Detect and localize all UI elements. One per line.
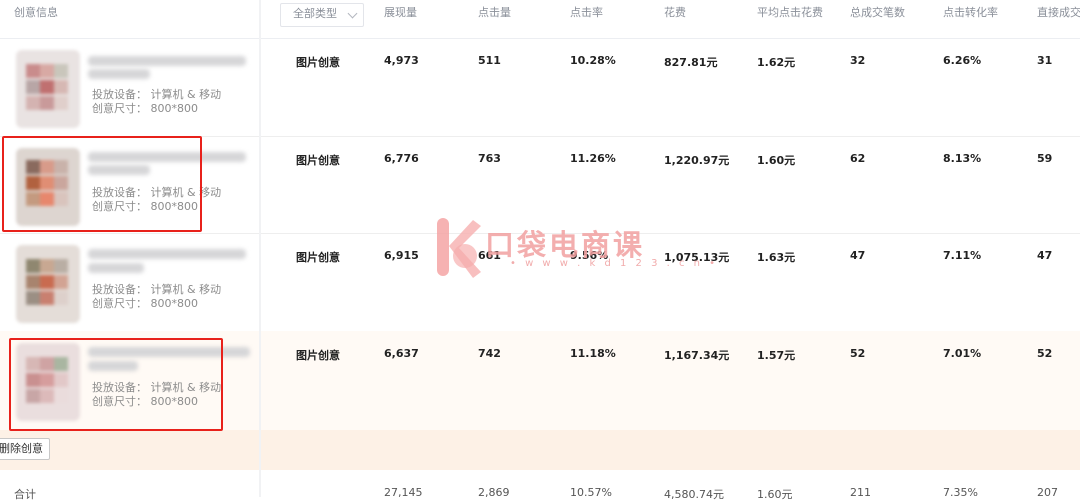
size-info: 创意尺寸： 800*800 xyxy=(92,297,198,310)
watermark-url: • w w w . k d 1 2 3 . c n • xyxy=(510,258,719,269)
direct-value: 59 xyxy=(1037,152,1053,165)
col-total-orders[interactable]: 总成交笔数 xyxy=(850,0,905,38)
total-row xyxy=(0,470,1080,497)
device-info: 投放设备： 计算机 & 移动 xyxy=(92,88,222,101)
cpc-value: 1.57元 xyxy=(757,349,796,362)
direct-value: 47 xyxy=(1037,249,1053,262)
creative-name-redacted xyxy=(88,69,150,79)
creative-name-redacted xyxy=(88,249,246,259)
creative-type: 图片创意 xyxy=(296,56,340,69)
cvr-value: 6.26% xyxy=(943,54,982,67)
impressions-value: 6,915 xyxy=(384,249,419,262)
chevron-down-icon xyxy=(347,8,358,19)
table-row: 投放设备： 计算机 & 移动 创意尺寸： 800*800 图片创意 4,973 … xyxy=(0,38,1080,137)
cpc-value: 1.63元 xyxy=(757,251,796,264)
impressions-value: 4,973 xyxy=(384,54,419,67)
total-clicks: 2,869 xyxy=(478,486,510,499)
batch-action-bar xyxy=(0,430,1080,470)
ctr-value: 11.18% xyxy=(570,347,616,360)
total-direct: 207 xyxy=(1037,486,1058,499)
total-impressions: 27,145 xyxy=(384,486,423,499)
cost-value: 1,167.34元 xyxy=(664,349,730,362)
col-cost[interactable]: 花费 xyxy=(664,0,686,38)
orders-value: 47 xyxy=(850,249,866,262)
clicks-value: 742 xyxy=(478,347,501,360)
clicks-value: 511 xyxy=(478,54,501,67)
cost-value: 1,220.97元 xyxy=(664,154,730,167)
col-avg-cpc[interactable]: 平均点击花费 xyxy=(757,0,823,38)
cpc-value: 1.60元 xyxy=(757,154,796,167)
total-cost: 4,580.74元 xyxy=(664,488,724,501)
direct-value: 52 xyxy=(1037,347,1053,360)
total-ctr: 10.57% xyxy=(570,486,612,499)
col-clicks[interactable]: 点击量 xyxy=(478,0,511,38)
col-direct-orders[interactable]: 直接成交 xyxy=(1037,0,1080,38)
creative-name-redacted xyxy=(88,263,144,273)
impressions-value: 6,637 xyxy=(384,347,419,360)
cvr-value: 7.01% xyxy=(943,347,982,360)
cvr-value: 8.13% xyxy=(943,152,982,165)
delete-creative-button[interactable]: 删除创意 xyxy=(0,438,50,460)
device-info: 投放设备： 计算机 & 移动 xyxy=(92,283,222,296)
watermark-logo-icon xyxy=(437,218,481,278)
orders-value: 62 xyxy=(850,152,866,165)
fixed-column-divider xyxy=(259,0,261,497)
cpc-value: 1.62元 xyxy=(757,56,796,69)
highlight-box xyxy=(9,338,223,431)
col-ctr[interactable]: 点击率 xyxy=(570,0,603,38)
col-impressions[interactable]: 展现量 xyxy=(384,0,417,38)
direct-value: 31 xyxy=(1037,54,1053,67)
total-cvr: 7.35% xyxy=(943,486,978,499)
cvr-value: 7.11% xyxy=(943,249,982,262)
type-filter-dropdown[interactable]: 全部类型 xyxy=(280,3,364,27)
ctr-value: 11.26% xyxy=(570,152,616,165)
creative-thumbnail[interactable] xyxy=(16,50,80,128)
creative-name-redacted xyxy=(88,56,246,66)
total-cpc: 1.60元 xyxy=(757,488,793,501)
table-header: 创意信息 全部类型 展现量 点击量 点击率 花费 平均点击花费 总成交笔数 点击… xyxy=(0,0,1080,39)
size-info: 创意尺寸： 800*800 xyxy=(92,102,198,115)
orders-value: 52 xyxy=(850,347,866,360)
creative-type: 图片创意 xyxy=(296,251,340,264)
cost-value: 827.81元 xyxy=(664,56,718,69)
highlight-box xyxy=(2,136,202,232)
orders-value: 32 xyxy=(850,54,866,67)
type-filter-label: 全部类型 xyxy=(293,7,337,20)
total-label: 合计 xyxy=(14,488,36,501)
col-creative-info: 创意信息 xyxy=(14,6,58,19)
creative-type: 图片创意 xyxy=(296,154,340,167)
creative-type: 图片创意 xyxy=(296,349,340,362)
ctr-value: 10.28% xyxy=(570,54,616,67)
clicks-value: 763 xyxy=(478,152,501,165)
total-orders: 211 xyxy=(850,486,871,499)
creative-thumbnail[interactable] xyxy=(16,245,80,323)
col-conversion-rate[interactable]: 点击转化率 xyxy=(943,0,998,38)
impressions-value: 6,776 xyxy=(384,152,419,165)
